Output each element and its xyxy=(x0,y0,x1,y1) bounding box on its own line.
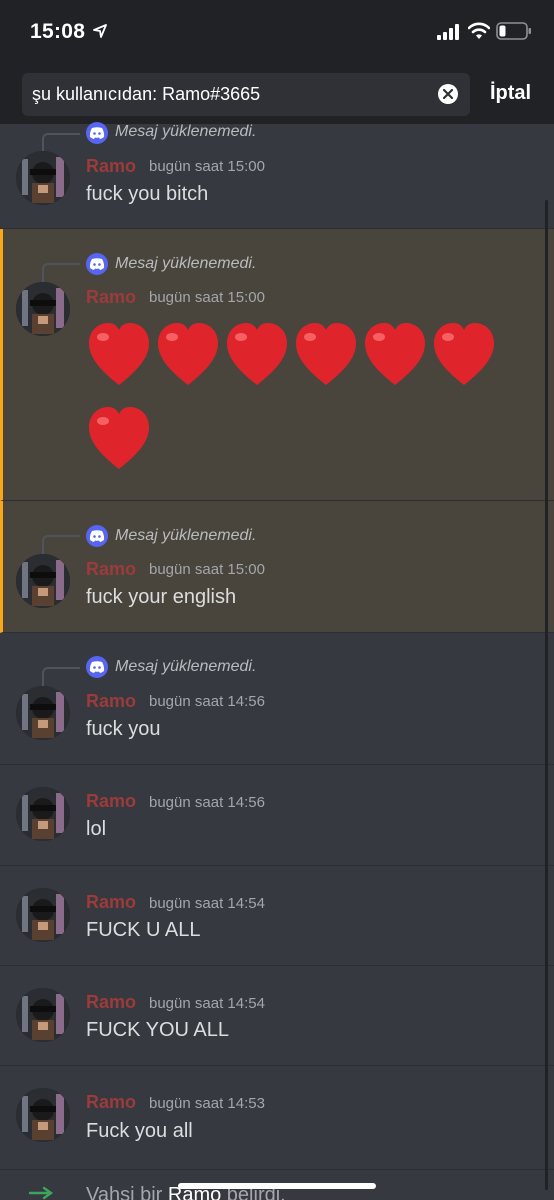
message-timestamp: bugün saat 15:00 xyxy=(149,561,265,578)
close-icon xyxy=(443,89,453,99)
message-timestamp: bugün saat 14:56 xyxy=(149,693,265,710)
discord-logo-icon xyxy=(86,525,108,547)
message-text: fuck you bitch xyxy=(86,183,209,205)
wifi-icon xyxy=(468,22,490,39)
message-timestamp: bugün saat 15:00 xyxy=(149,289,265,306)
avatar[interactable] xyxy=(16,787,70,841)
message-item[interactable]: Ramo bugün saat 14:56 lol xyxy=(0,765,554,866)
emoji-message xyxy=(86,315,526,483)
message-timestamp: bugün saat 14:53 xyxy=(149,1095,265,1112)
discord-logo-icon xyxy=(86,253,108,275)
username[interactable]: Ramo xyxy=(86,156,136,177)
avatar[interactable] xyxy=(16,151,70,205)
message-timestamp: bugün saat 14:54 xyxy=(149,895,265,912)
message-text: lol xyxy=(86,818,107,840)
reply-preview-text: Mesaj yüklenemedi. xyxy=(115,527,257,544)
username[interactable]: Ramo xyxy=(86,892,136,913)
cellular-signal-icon xyxy=(437,24,459,40)
avatar[interactable] xyxy=(16,554,70,608)
username[interactable]: Ramo xyxy=(86,1092,136,1113)
message-text: FUCK YOU ALL xyxy=(86,1019,230,1041)
message-timestamp: bugün saat 14:56 xyxy=(149,794,265,811)
message-text: fuck you xyxy=(86,718,161,740)
message-item[interactable]: Mesaj yüklenemedi. Ramo bugün saat 15:00… xyxy=(0,122,554,229)
scrollbar[interactable] xyxy=(545,200,548,1190)
message-item-highlighted[interactable]: Mesaj yüklenemedi. Ramo bugün saat 15:00 xyxy=(0,229,554,501)
message-text: Fuck you all xyxy=(86,1120,193,1142)
heart-emoji-icon xyxy=(158,323,218,385)
heart-emoji-icon xyxy=(89,323,149,385)
message-item-highlighted[interactable]: Mesaj yüklenemedi. Ramo bugün saat 15:00… xyxy=(0,501,554,633)
message-item[interactable]: Ramo bugün saat 14:54 FUCK YOU ALL xyxy=(0,966,554,1066)
home-indicator[interactable] xyxy=(178,1183,376,1189)
message-timestamp: bugün saat 15:00 xyxy=(149,158,265,175)
heart-emoji-icon xyxy=(434,323,494,385)
discord-logo-icon xyxy=(86,656,108,678)
search-input[interactable]: şu kullanıcıdan: Ramo#3665 xyxy=(22,73,470,116)
avatar[interactable] xyxy=(16,888,70,942)
reply-preview-text: Mesaj yüklenemedi. xyxy=(115,255,257,272)
cancel-button[interactable]: İptal xyxy=(490,82,531,105)
avatar[interactable] xyxy=(16,282,70,336)
message-item[interactable]: Ramo bugün saat 14:53 Fuck you all xyxy=(0,1066,554,1170)
avatar[interactable] xyxy=(16,686,70,740)
discord-logo-icon xyxy=(86,122,108,144)
message-item[interactable]: Ramo bugün saat 14:54 FUCK U ALL xyxy=(0,866,554,966)
clear-search-button[interactable] xyxy=(438,84,458,104)
message-item[interactable]: Mesaj yüklenemedi. Ramo bugün saat 14:56… xyxy=(0,633,554,765)
battery-icon xyxy=(496,22,531,40)
username[interactable]: Ramo xyxy=(86,559,136,580)
search-bar: şu kullanıcıdan: Ramo#3665 xyxy=(0,62,554,124)
heart-emoji-icon xyxy=(89,407,149,469)
message-text: FUCK U ALL xyxy=(86,919,201,941)
username[interactable]: Ramo xyxy=(86,992,136,1013)
avatar[interactable] xyxy=(16,1088,70,1142)
system-prefix: Vahşi bir xyxy=(86,1184,168,1200)
avatar[interactable] xyxy=(16,988,70,1042)
message-text: fuck your english xyxy=(86,586,237,608)
reply-preview-text: Mesaj yüklenemedi. xyxy=(115,658,257,675)
location-arrow-icon xyxy=(93,24,107,38)
reply-preview-text: Mesaj yüklenemedi. xyxy=(115,123,257,140)
username[interactable]: Ramo xyxy=(86,791,136,812)
heart-emoji-icon xyxy=(296,323,356,385)
message-timestamp: bugün saat 14:54 xyxy=(149,995,265,1012)
heart-emoji-icon xyxy=(365,323,425,385)
join-arrow-icon xyxy=(28,1186,54,1200)
username[interactable]: Ramo xyxy=(86,691,136,712)
username[interactable]: Ramo xyxy=(86,287,136,308)
status-bar: 15:08 xyxy=(0,0,554,62)
status-time: 15:08 xyxy=(30,20,86,43)
heart-emoji-icon xyxy=(227,323,287,385)
